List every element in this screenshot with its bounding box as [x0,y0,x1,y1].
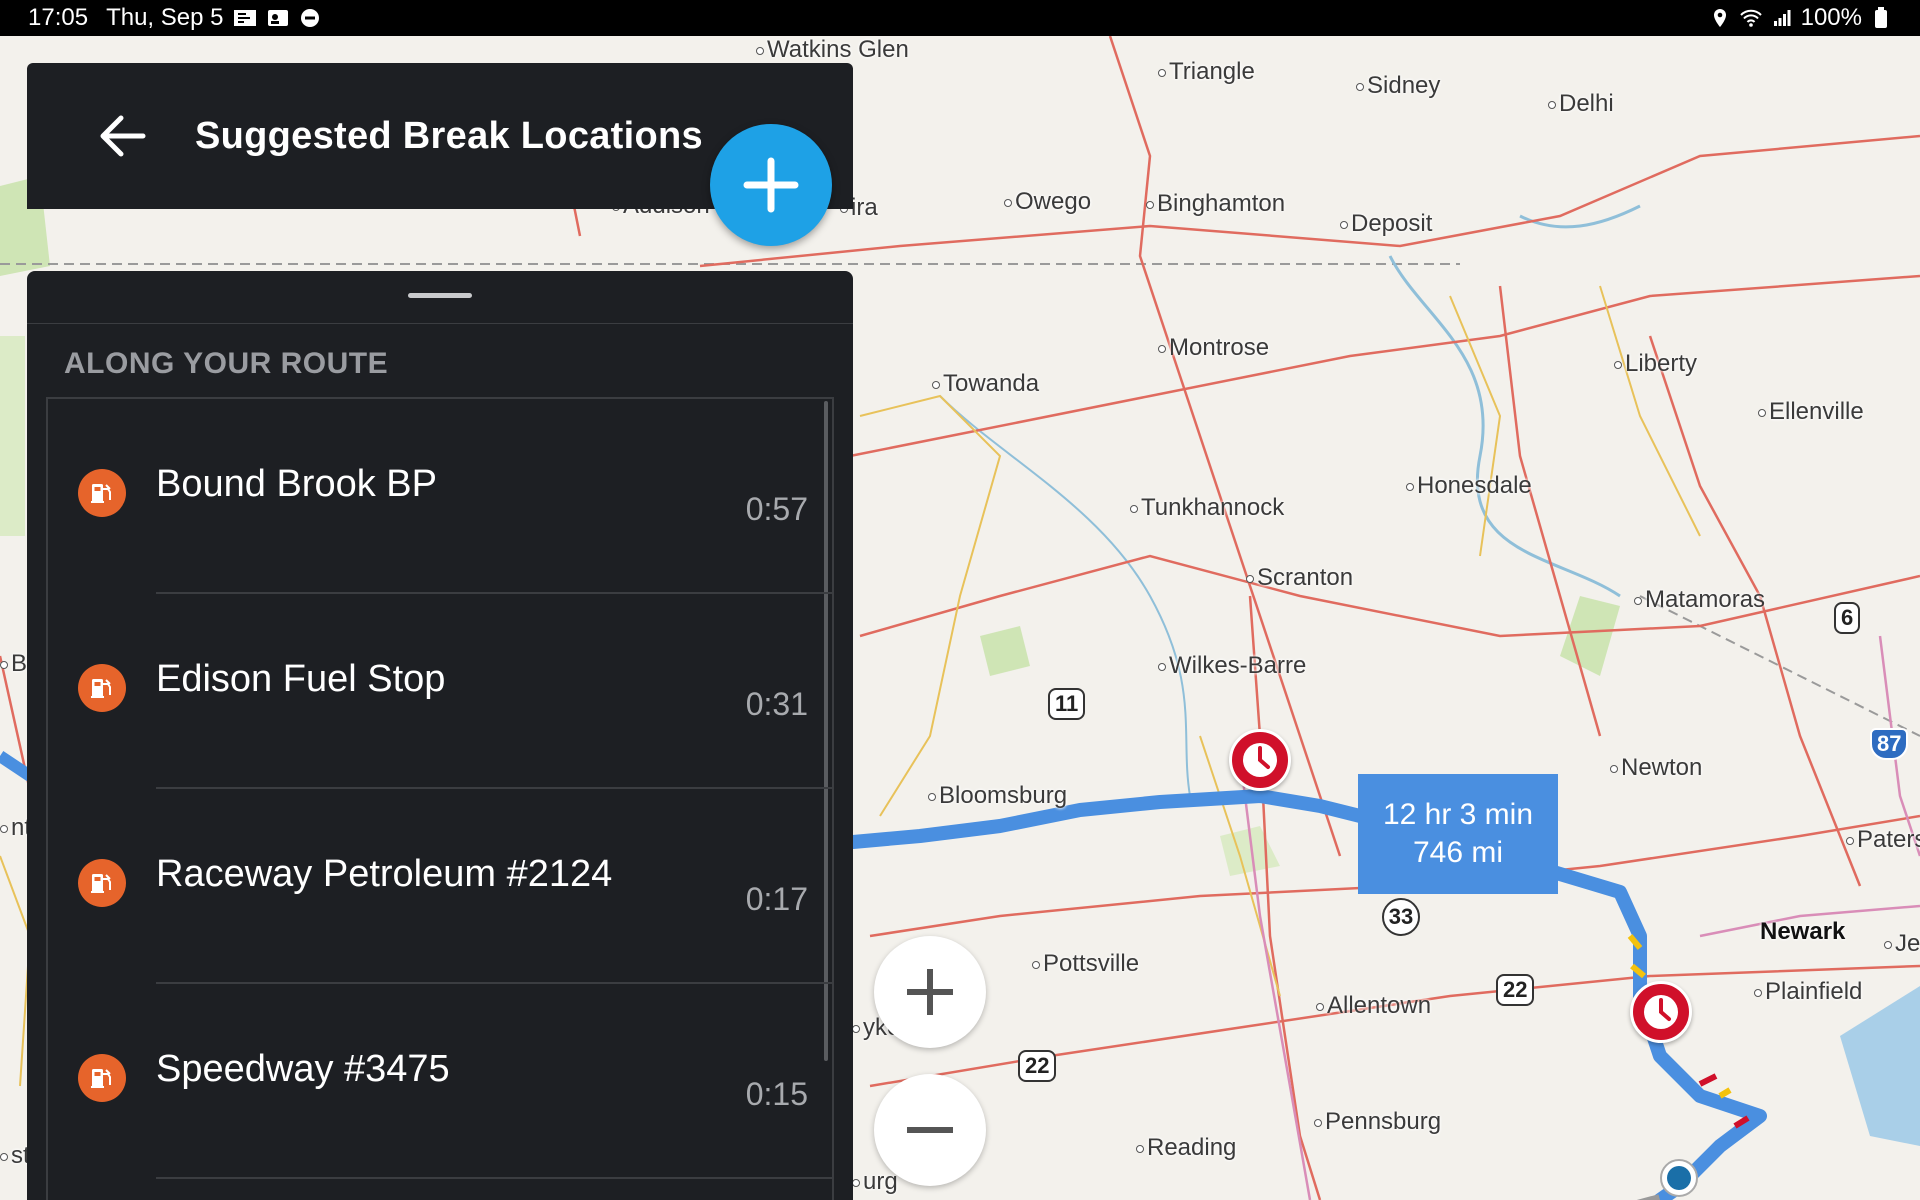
location-icon [1709,6,1731,30]
fuel-station-icon [78,664,126,712]
zoom-out-button[interactable] [874,1074,986,1186]
map-label: Wilkes-Barre [1158,652,1306,680]
plus-icon [743,157,799,213]
route-shield: 33 [1382,898,1420,936]
map-label: Watkins Glen [756,36,909,64]
battery-percent: 100% [1800,4,1862,31]
map-label: Pennsburg [1314,1108,1441,1136]
map-label: Scranton [1246,564,1353,592]
map-label: Tunkhannock [1130,494,1284,522]
list-item[interactable]: Edison Fuel Stop 0:31 [48,594,832,789]
do-not-disturb-icon [299,6,321,30]
divider [27,323,853,324]
map-label: Bloomsburg [928,782,1067,810]
route-summary-label: 12 hr 3 min 746 mi [1358,774,1558,894]
map-label: urg [852,1168,898,1196]
map-label: Newton [1610,754,1702,782]
break-location-time: 0:17 [745,881,808,917]
map-label: Honesdale [1406,472,1532,500]
map-label: Reading [1136,1134,1236,1162]
fuel-station-icon [78,859,126,907]
clock-icon [1243,743,1277,777]
plus-icon [907,969,953,1015]
wifi-icon [1739,6,1763,30]
zoom-in-button[interactable] [874,936,986,1048]
map-label: Matamoras [1634,586,1765,614]
page-title: Suggested Break Locations [195,114,703,157]
break-location-name: Raceway Petroleum #2124 [156,853,613,895]
map-label: Binghamton [1146,190,1285,218]
map-label: Owego [1004,188,1091,216]
route-shield: 6 [1834,602,1861,634]
divider [156,1177,832,1179]
add-break-button[interactable] [710,124,832,246]
break-locations-sheet: ALONG YOUR ROUTE Bound Brook BP 0:57 Edi… [27,271,853,1200]
map-label: Deposit [1340,210,1432,238]
status-date: Thu, Sep 5 [106,4,224,31]
break-location-name: Edison Fuel Stop [156,658,446,700]
route-shield: 11 [1048,688,1086,720]
arrow-left-icon [100,115,146,157]
break-location-time: 0:57 [745,491,808,527]
fuel-station-icon [78,469,126,517]
route-duration: 12 hr 3 min [1382,798,1534,831]
map-label: Ellenville [1758,398,1864,426]
break-location-pin[interactable] [1229,729,1291,791]
map-label: Pottsville [1032,950,1139,978]
route-distance: 746 mi [1412,836,1504,869]
break-location-list[interactable]: Bound Brook BP 0:57 Edison Fuel Stop 0:3… [46,397,834,1200]
drag-handle[interactable] [408,293,472,298]
map-label: Paters [1846,826,1920,854]
map-label: Montrose [1158,334,1269,362]
list-item[interactable]: Raceway Petroleum #2124 0:17 [48,789,832,984]
map-label: Towanda [932,370,1039,398]
map-label: Triangle [1158,58,1255,86]
map-label: Delhi [1548,90,1614,118]
battery-icon [1870,6,1892,30]
map-label: Je [1884,930,1920,958]
section-title: ALONG YOUR ROUTE [64,347,389,380]
map-label: Plainfield [1754,978,1862,1006]
list-item[interactable]: Bound Brook BP 0:57 [48,399,832,594]
contact-card-icon [267,6,289,30]
minus-icon [907,1127,953,1133]
route-shield: 87 [1870,728,1909,760]
break-location-name: Bound Brook BP [156,463,437,505]
break-location-name: Speedway #3475 [156,1048,450,1090]
map-label: Newark [1760,918,1846,945]
route-shield: 22 [1496,974,1535,1006]
map-label: Sidney [1356,72,1440,100]
fuel-station-icon [78,1054,126,1102]
back-button[interactable] [73,86,173,186]
break-location-time: 0:31 [745,686,808,722]
clock-icon [1644,995,1678,1029]
break-location-pin[interactable] [1630,981,1692,1043]
status-bar: 17:05 Thu, Sep 5 100% [0,0,1920,36]
break-location-time: 0:15 [745,1076,808,1112]
list-item[interactable]: Speedway #3475 0:15 [48,984,832,1179]
status-time: 17:05 [28,4,89,31]
route-shield: 22 [1018,1050,1057,1082]
navigation-notification-icon [233,6,257,30]
map-label: Allentown [1316,992,1431,1020]
map-label: Liberty [1614,350,1697,378]
current-location-marker [1660,1159,1698,1197]
signal-icon [1771,6,1793,30]
